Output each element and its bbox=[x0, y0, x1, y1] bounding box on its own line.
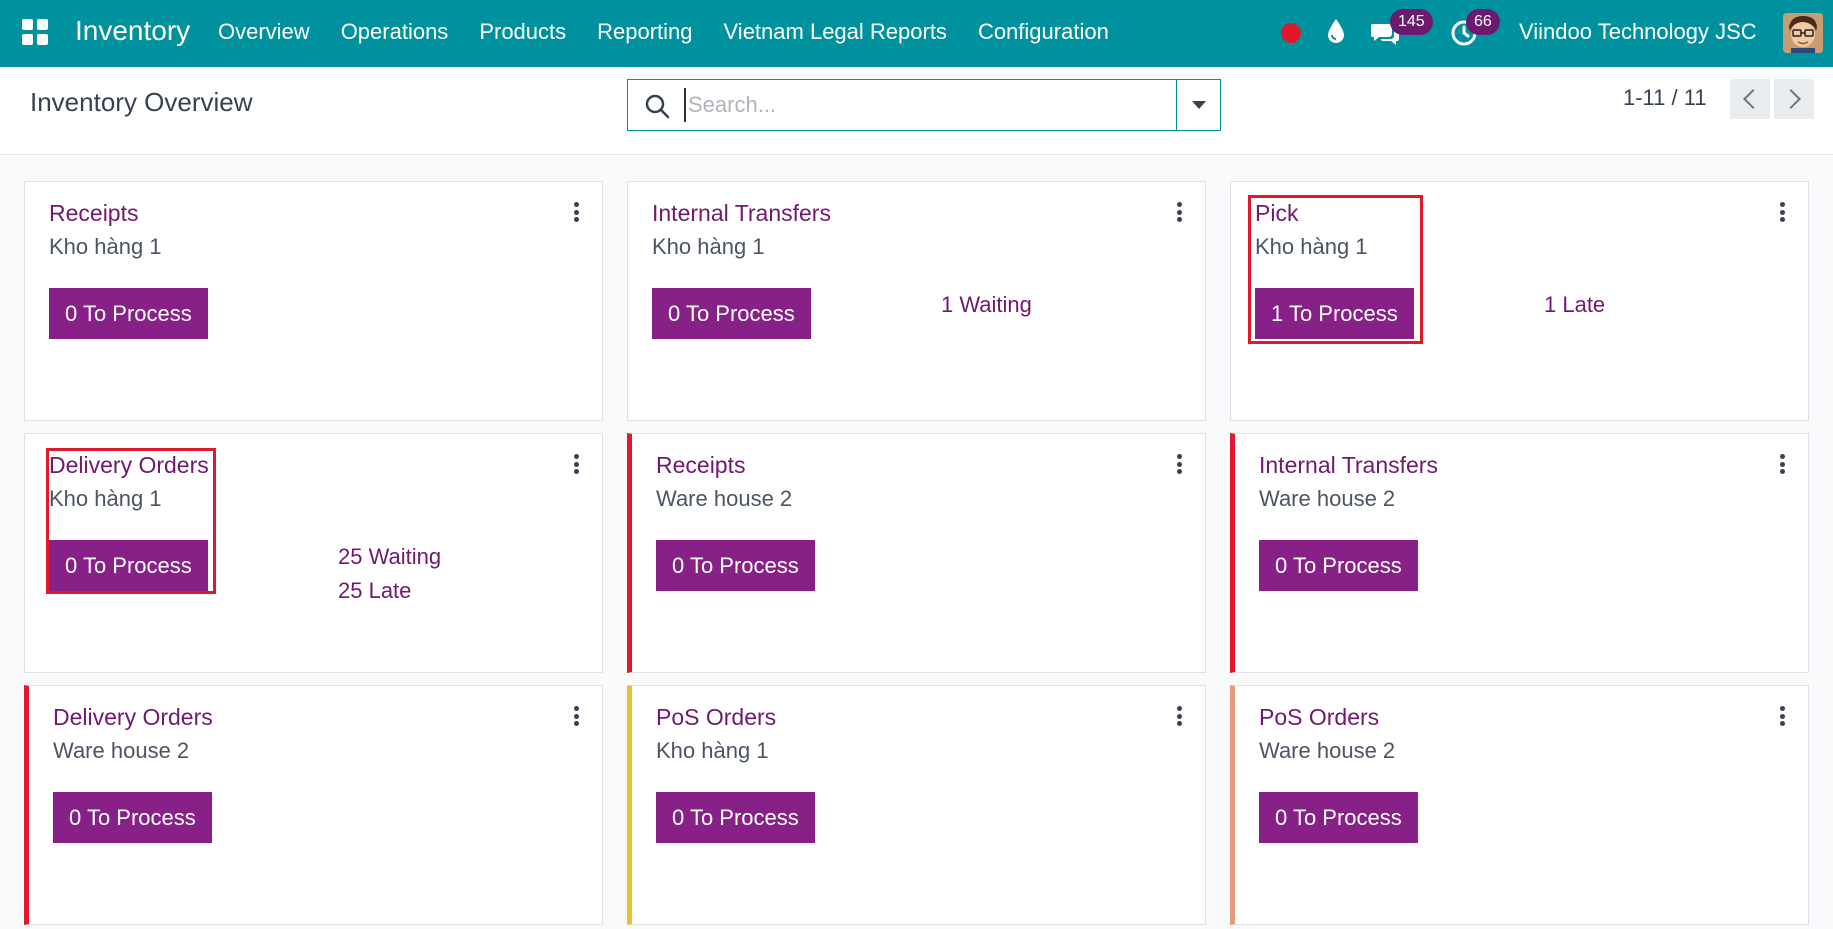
card-pos-orders-ware-house-2: PoS Orders Ware house 2 0 To Process bbox=[1230, 685, 1809, 925]
card-delivery-orders-ware-house-2: Delivery Orders Ware house 2 0 To Proces… bbox=[24, 685, 603, 925]
apps-icon[interactable] bbox=[22, 19, 48, 45]
menu-vietnam-legal-reports[interactable]: Vietnam Legal Reports bbox=[724, 19, 947, 45]
card-pos-orders-kho-hang-1: PoS Orders Kho hàng 1 0 To Process bbox=[627, 685, 1206, 925]
kebab-menu-icon[interactable] bbox=[1177, 706, 1183, 726]
card-internal-transfers-ware-house-2: Internal Transfers Ware house 2 0 To Pro… bbox=[1230, 433, 1809, 673]
card-internal-transfers-kho-hang-1: Internal Transfers Kho hàng 1 0 To Proce… bbox=[627, 181, 1206, 421]
record-icon[interactable] bbox=[1281, 23, 1301, 43]
control-panel: Inventory Overview 1-11 / 11 bbox=[0, 67, 1833, 155]
kebab-menu-icon[interactable] bbox=[574, 454, 580, 474]
to-process-button[interactable]: 0 To Process bbox=[652, 288, 811, 339]
to-process-button[interactable]: 0 To Process bbox=[1259, 540, 1418, 591]
card-delivery-orders-kho-hang-1: Delivery Orders Kho hàng 1 0 To Process … bbox=[24, 433, 603, 673]
activities-badge: 66 bbox=[1466, 9, 1500, 35]
card-title[interactable]: Internal Transfers bbox=[1259, 452, 1438, 479]
menu-products[interactable]: Products bbox=[479, 19, 566, 45]
card-receipts-kho-hang-1: Receipts Kho hàng 1 0 To Process bbox=[24, 181, 603, 421]
card-receipts-ware-house-2: Receipts Ware house 2 0 To Process bbox=[627, 433, 1206, 673]
card-title[interactable]: PoS Orders bbox=[1259, 704, 1379, 731]
to-process-button[interactable]: 1 To Process bbox=[1255, 288, 1414, 339]
kebab-menu-icon[interactable] bbox=[1177, 202, 1183, 222]
to-process-button[interactable]: 0 To Process bbox=[1259, 792, 1418, 843]
app-name[interactable]: Inventory bbox=[75, 15, 190, 47]
pager-next-button[interactable] bbox=[1774, 79, 1814, 119]
card-title[interactable]: Internal Transfers bbox=[652, 200, 831, 227]
search-input[interactable] bbox=[684, 88, 1174, 122]
menu-operations[interactable]: Operations bbox=[341, 19, 449, 45]
late-link[interactable]: 25 Late bbox=[338, 578, 411, 604]
card-title[interactable]: PoS Orders bbox=[656, 704, 776, 731]
card-title[interactable]: Receipts bbox=[656, 452, 745, 479]
main-menu: Overview Operations Products Reporting V… bbox=[218, 19, 1140, 45]
waiting-link[interactable]: 25 Waiting bbox=[338, 544, 441, 570]
card-title[interactable]: Pick bbox=[1255, 200, 1298, 227]
card-warehouse: Kho hàng 1 bbox=[49, 234, 162, 259]
card-title[interactable]: Delivery Orders bbox=[49, 452, 209, 479]
card-warehouse: Kho hàng 1 bbox=[49, 486, 162, 511]
search-options-toggle[interactable] bbox=[1176, 80, 1220, 130]
kebab-menu-icon[interactable] bbox=[1780, 706, 1786, 726]
menu-configuration[interactable]: Configuration bbox=[978, 19, 1109, 45]
card-warehouse: Ware house 2 bbox=[1259, 486, 1396, 511]
messages-badge: 145 bbox=[1390, 9, 1433, 35]
kebab-menu-icon[interactable] bbox=[1177, 454, 1183, 474]
to-process-button[interactable]: 0 To Process bbox=[49, 288, 208, 339]
pager-previous-button[interactable] bbox=[1730, 79, 1770, 119]
card-warehouse: Kho hàng 1 bbox=[1255, 234, 1368, 259]
pager-value[interactable]: 1-11 / 11 bbox=[1623, 85, 1707, 111]
chevron-left-icon bbox=[1743, 89, 1763, 109]
company-switcher[interactable]: Viindoo Technology JSC bbox=[1519, 19, 1757, 45]
search-icon bbox=[645, 94, 670, 119]
to-process-button[interactable]: 0 To Process bbox=[656, 540, 815, 591]
late-link[interactable]: 1 Late bbox=[1544, 292, 1605, 318]
kebab-menu-icon[interactable] bbox=[574, 202, 580, 222]
to-process-button[interactable]: 0 To Process bbox=[53, 792, 212, 843]
to-process-button[interactable]: 0 To Process bbox=[49, 540, 208, 591]
to-process-button[interactable]: 0 To Process bbox=[656, 792, 815, 843]
chevron-right-icon bbox=[1781, 89, 1801, 109]
drop-icon[interactable] bbox=[1326, 18, 1346, 44]
card-warehouse: Kho hàng 1 bbox=[656, 738, 769, 763]
caret-down-icon bbox=[1191, 101, 1206, 109]
top-navbar: Inventory Overview Operations Products R… bbox=[0, 0, 1833, 67]
card-title[interactable]: Receipts bbox=[49, 200, 138, 227]
kebab-menu-icon[interactable] bbox=[574, 706, 580, 726]
kebab-menu-icon[interactable] bbox=[1780, 454, 1786, 474]
card-warehouse: Ware house 2 bbox=[1259, 738, 1396, 763]
avatar[interactable] bbox=[1783, 13, 1823, 53]
card-pick-kho-hang-1: Pick Kho hàng 1 1 To Process 1 Late bbox=[1230, 181, 1809, 421]
menu-reporting[interactable]: Reporting bbox=[597, 19, 692, 45]
page-title: Inventory Overview bbox=[30, 87, 253, 117]
menu-overview[interactable]: Overview bbox=[218, 19, 310, 45]
card-title[interactable]: Delivery Orders bbox=[53, 704, 213, 731]
waiting-link[interactable]: 1 Waiting bbox=[941, 292, 1032, 318]
card-warehouse: Ware house 2 bbox=[656, 486, 793, 511]
search-box bbox=[627, 79, 1221, 131]
kebab-menu-icon[interactable] bbox=[1780, 202, 1786, 222]
card-warehouse: Kho hàng 1 bbox=[652, 234, 765, 259]
card-warehouse: Ware house 2 bbox=[53, 738, 190, 763]
